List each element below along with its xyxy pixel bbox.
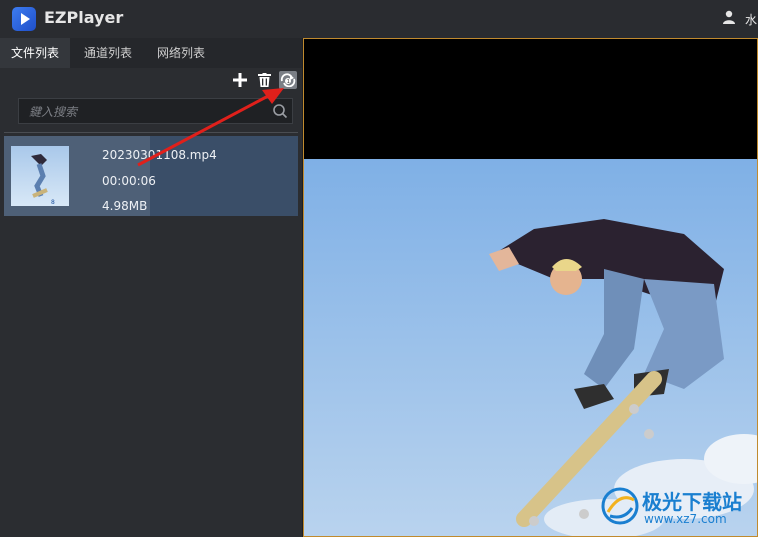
thumbnail-badge: 8 bbox=[51, 199, 55, 206]
trash-icon bbox=[257, 73, 271, 87]
watermark: 极光下载站 www.xz7.com bbox=[600, 484, 752, 534]
loop-mode-button[interactable]: 1 bbox=[279, 71, 297, 89]
app-title: EZPlayer bbox=[44, 8, 124, 27]
title-bar: EZPlayer 水 bbox=[0, 0, 758, 38]
search-icon[interactable] bbox=[272, 103, 288, 119]
watermark-logo-icon bbox=[601, 487, 639, 525]
add-file-button[interactable] bbox=[231, 71, 249, 89]
loop-one-icon: 1 bbox=[280, 73, 296, 87]
watermark-title: 极光下载站 bbox=[642, 490, 742, 514]
user-name[interactable]: 水 bbox=[745, 11, 757, 28]
tab-network-list[interactable]: 网络列表 bbox=[146, 38, 216, 68]
file-size: 4.98MB bbox=[102, 199, 148, 213]
video-player[interactable] bbox=[303, 38, 758, 537]
search-input[interactable] bbox=[27, 103, 261, 121]
watermark-url: www.xz7.com bbox=[644, 512, 727, 526]
video-frame bbox=[304, 159, 757, 536]
tab-file-list[interactable]: 文件列表 bbox=[0, 38, 70, 68]
divider bbox=[4, 132, 298, 133]
search-box bbox=[18, 98, 293, 124]
user-icon[interactable] bbox=[722, 10, 736, 24]
video-thumbnail: 8 bbox=[11, 146, 69, 206]
plus-icon bbox=[233, 73, 247, 87]
file-list-panel: 文件列表 通道列表 网络列表 1 8 20230301108.mp4 00:00… bbox=[0, 38, 303, 537]
delete-file-button[interactable] bbox=[255, 71, 273, 89]
file-list-item[interactable]: 8 20230301108.mp4 00:00:06 4.98MB bbox=[4, 136, 298, 216]
svg-text:1: 1 bbox=[287, 79, 290, 85]
tab-bar: 文件列表 通道列表 网络列表 bbox=[0, 38, 302, 68]
file-duration: 00:00:06 bbox=[102, 174, 156, 188]
tab-channel-list[interactable]: 通道列表 bbox=[72, 38, 144, 68]
app-logo-icon bbox=[12, 7, 36, 31]
file-name: 20230301108.mp4 bbox=[102, 148, 217, 162]
